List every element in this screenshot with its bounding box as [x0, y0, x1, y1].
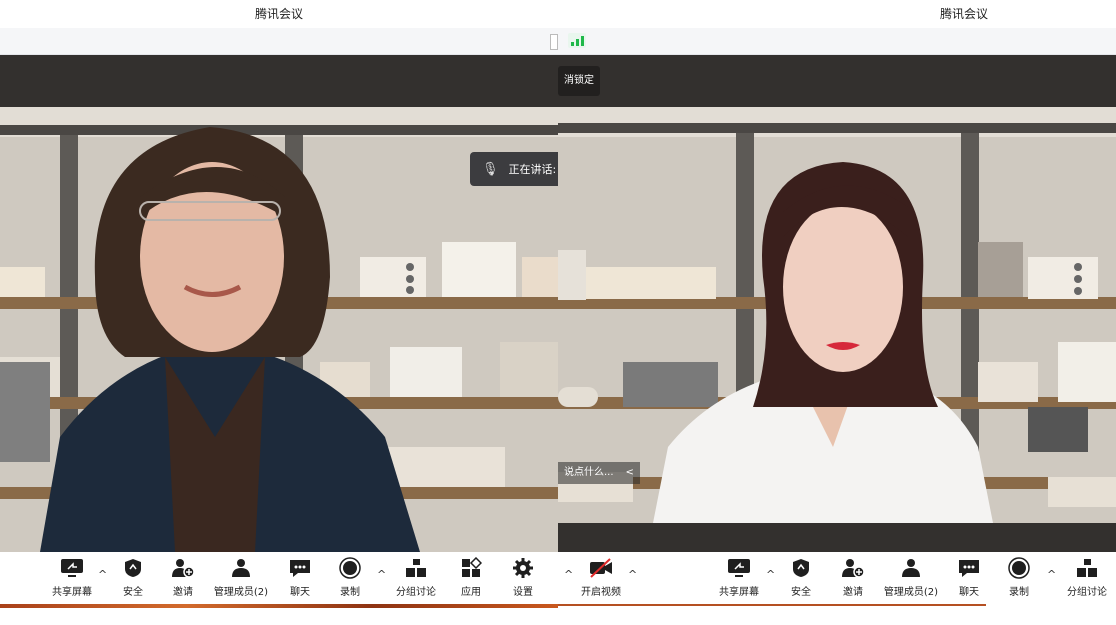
- settings-button[interactable]: 设置: [508, 556, 538, 598]
- manage-members-label: 管理成员(2): [883, 587, 939, 598]
- signal-icon: [568, 33, 588, 53]
- chevron-left-icon[interactable]: <: [626, 467, 634, 478]
- chat-hint-text: 说点什么...: [564, 467, 614, 478]
- top-dark-band: [558, 55, 1116, 107]
- meeting-toolbar: 共享屏幕 ^ 安全 邀请 管理成员(2) 聊天 录制 ^ 分组讨论 应用 设置: [0, 552, 558, 604]
- taskbar-strip: [0, 604, 558, 608]
- chat-bubble-icon: [288, 556, 312, 580]
- monitor-share-icon: [727, 556, 751, 580]
- breakout-button[interactable]: 分组讨论: [1063, 556, 1111, 598]
- apps-button[interactable]: 应用: [456, 556, 486, 598]
- share-screen-label: 共享屏幕: [719, 587, 759, 598]
- record-button[interactable]: 录制: [335, 556, 365, 598]
- record-label: 录制: [340, 587, 360, 598]
- security-button[interactable]: 安全: [118, 556, 148, 598]
- record-options-caret[interactable]: ^: [377, 568, 386, 581]
- record-button[interactable]: 录制: [1004, 556, 1034, 598]
- apps-icon: [459, 556, 483, 580]
- meeting-toolbar: ^ 开启视频 ^ 共享屏幕 ^ 安全 邀请 管理成员(2) 聊天 录制 ^ 分组…: [558, 552, 1116, 604]
- record-icon: [1007, 556, 1031, 580]
- bottom-dark-band: [558, 523, 1116, 552]
- security-button[interactable]: 安全: [786, 556, 816, 598]
- audio-options-caret[interactable]: ^: [564, 568, 573, 581]
- scroll-handle[interactable]: [550, 34, 558, 50]
- participant-video-2: 说点什么... <: [558, 107, 1116, 523]
- share-options-caret[interactable]: ^: [98, 568, 107, 581]
- security-label: 安全: [791, 587, 811, 598]
- chat-label: 聊天: [290, 587, 310, 598]
- share-screen-button[interactable]: 共享屏幕: [50, 556, 94, 598]
- speaking-indicator: 🎙 正在讲话:: [470, 152, 558, 186]
- record-options-caret[interactable]: ^: [1047, 568, 1056, 581]
- participant-video-1: 🎙 正在讲话:: [0, 107, 558, 552]
- info-bar: [0, 28, 558, 55]
- invite-label: 邀请: [843, 587, 863, 598]
- chat-input-hint[interactable]: 说点什么... <: [558, 462, 640, 484]
- breakout-label: 分组讨论: [396, 587, 436, 598]
- video-options-caret[interactable]: ^: [628, 568, 637, 581]
- chat-bubble-icon: [957, 556, 981, 580]
- breakout-icon: [404, 556, 428, 580]
- shield-icon: [121, 556, 145, 580]
- info-bar: [558, 28, 1116, 55]
- unlock-button[interactable]: 消锁定: [558, 66, 600, 96]
- add-person-icon: [171, 556, 195, 580]
- invite-button[interactable]: 邀请: [838, 556, 868, 598]
- manage-members-label: 管理成员(2): [213, 587, 269, 598]
- camera-off-icon: [589, 556, 613, 580]
- window-title: 腾讯会议: [558, 0, 1116, 28]
- monitor-share-icon: [60, 556, 84, 580]
- top-dark-band: [0, 55, 558, 107]
- gear-icon: [511, 556, 535, 580]
- share-options-caret[interactable]: ^: [766, 568, 775, 581]
- start-video-label: 开启视频: [581, 587, 621, 598]
- right-meeting-window: 腾讯会议 消锁定 说点什么... < ^ 开启视频 ^ 共享屏幕 ^ 安全 邀请…: [558, 0, 1116, 625]
- start-video-button[interactable]: 开启视频: [578, 556, 624, 598]
- window-title: 腾讯会议: [0, 0, 558, 28]
- breakout-icon: [1075, 556, 1099, 580]
- invite-button[interactable]: 邀请: [168, 556, 198, 598]
- security-label: 安全: [123, 587, 143, 598]
- manage-members-button[interactable]: 管理成员(2): [210, 556, 272, 598]
- breakout-button[interactable]: 分组讨论: [392, 556, 440, 598]
- settings-label: 设置: [513, 587, 533, 598]
- breakout-label: 分组讨论: [1067, 587, 1107, 598]
- manage-members-button[interactable]: 管理成员(2): [880, 556, 942, 598]
- left-meeting-window: 腾讯会议 🎙 正在讲话: 共享屏幕 ^ 安全 邀请 管理成员(2) 聊天 录制 …: [0, 0, 558, 625]
- invite-label: 邀请: [173, 587, 193, 598]
- record-icon: [338, 556, 362, 580]
- taskbar-strip: [558, 604, 986, 606]
- add-person-icon: [841, 556, 865, 580]
- chat-button[interactable]: 聊天: [954, 556, 984, 598]
- speaking-label: 正在讲话:: [508, 163, 557, 176]
- chat-label: 聊天: [959, 587, 979, 598]
- apps-label: 应用: [461, 587, 481, 598]
- microphone-icon: 🎙: [482, 161, 499, 177]
- record-label: 录制: [1009, 587, 1029, 598]
- share-screen-button[interactable]: 共享屏幕: [716, 556, 762, 598]
- person-icon: [229, 556, 253, 580]
- share-screen-label: 共享屏幕: [52, 587, 92, 598]
- chat-button[interactable]: 聊天: [285, 556, 315, 598]
- shield-icon: [789, 556, 813, 580]
- person-icon: [899, 556, 923, 580]
